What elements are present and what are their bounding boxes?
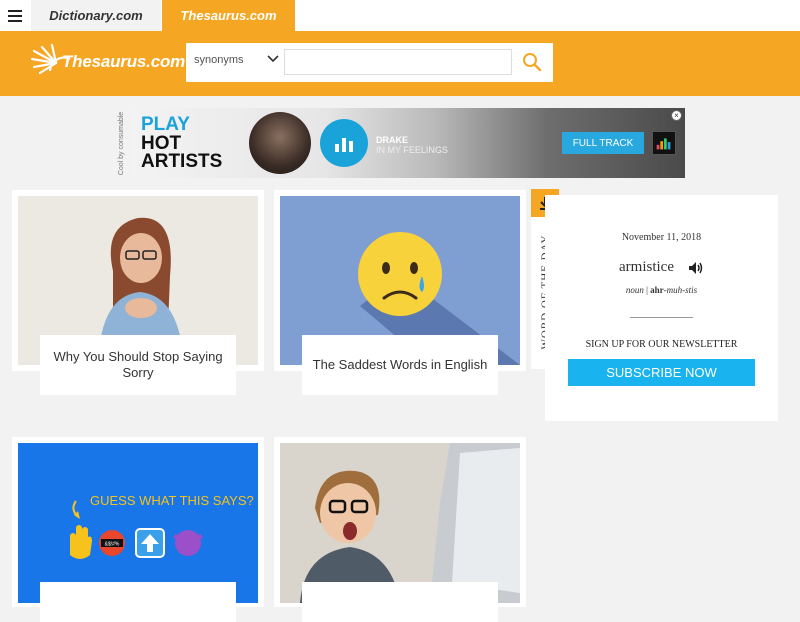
wotd-date: November 11, 2018 xyxy=(621,232,702,243)
ad-headline-artists: ARTISTS xyxy=(141,151,223,172)
newsletter-label: SIGN UP FOR OUR NEWSLETTER xyxy=(585,339,738,350)
top-nav-bar: Dictionary.com Thesaurus.com xyxy=(0,0,800,31)
artist-avatar xyxy=(249,112,311,174)
tab-thesaurus[interactable]: Thesaurus.com xyxy=(162,0,295,31)
search-icon xyxy=(523,53,542,72)
chevron-down-icon[interactable] xyxy=(266,52,280,66)
card-title[interactable]: The Saddest Words in English xyxy=(302,335,498,395)
wotd-word[interactable]: armistice xyxy=(619,259,674,276)
search-type-select[interactable]: synonyms xyxy=(194,54,244,66)
music-bars-icon xyxy=(320,119,368,167)
card-title[interactable] xyxy=(302,582,498,622)
ad-song-title: IN MY FEELINGS xyxy=(376,145,448,155)
article-card[interactable] xyxy=(274,437,526,622)
puzzle-text: GUESS WHAT THIS SAYS? xyxy=(90,493,254,508)
ad-side-label: Cool by consumable xyxy=(118,111,126,175)
search-input[interactable] xyxy=(284,49,512,75)
article-card[interactable]: Why You Should Stop Saying Sorry xyxy=(12,190,264,395)
wotd-divider xyxy=(630,317,693,318)
logo-text[interactable]: Thesaurus.com xyxy=(62,52,185,72)
wotd-pronunciation: noun | ahr-muh-stis xyxy=(545,285,778,295)
wotd-part-of-speech: noun xyxy=(625,285,644,295)
tab-dictionary[interactable]: Dictionary.com xyxy=(31,0,161,31)
full-track-button[interactable]: FULL TRACK xyxy=(562,132,644,154)
censor-text: &$!#% xyxy=(105,542,120,548)
ad-close-icon[interactable]: × xyxy=(671,110,682,121)
subscribe-button[interactable]: SUBSCRIBE NOW xyxy=(568,359,755,386)
card-image-emoji-puzzle: GUESS WHAT THIS SAYS? &$!#% xyxy=(18,443,258,603)
card-image-surprised-boy xyxy=(280,443,520,603)
article-card[interactable]: The Saddest Words in English xyxy=(274,190,526,395)
header: Thesaurus.com synonyms xyxy=(0,31,800,96)
word-of-the-day-panel xyxy=(545,195,778,421)
deezer-logo-icon xyxy=(652,131,676,155)
article-card[interactable]: GUESS WHAT THIS SAYS? &$!#% xyxy=(12,437,264,622)
card-title[interactable] xyxy=(40,582,236,622)
wotd-pron-rest: -muh-stis xyxy=(663,285,698,295)
ad-banner[interactable]: PLAY HOT ARTISTS DRAKE IN MY FEELINGS FU… xyxy=(131,108,685,178)
card-title[interactable]: Why You Should Stop Saying Sorry xyxy=(40,335,236,395)
ad-artist-name: DRAKE xyxy=(376,135,409,145)
wotd-pron-stress: ahr xyxy=(650,285,664,295)
search-button[interactable] xyxy=(518,49,546,75)
menu-icon[interactable] xyxy=(0,0,30,31)
speaker-icon[interactable] xyxy=(688,261,704,275)
ad-headline-play: PLAY xyxy=(141,114,190,135)
search-bar: synonyms xyxy=(186,43,553,82)
